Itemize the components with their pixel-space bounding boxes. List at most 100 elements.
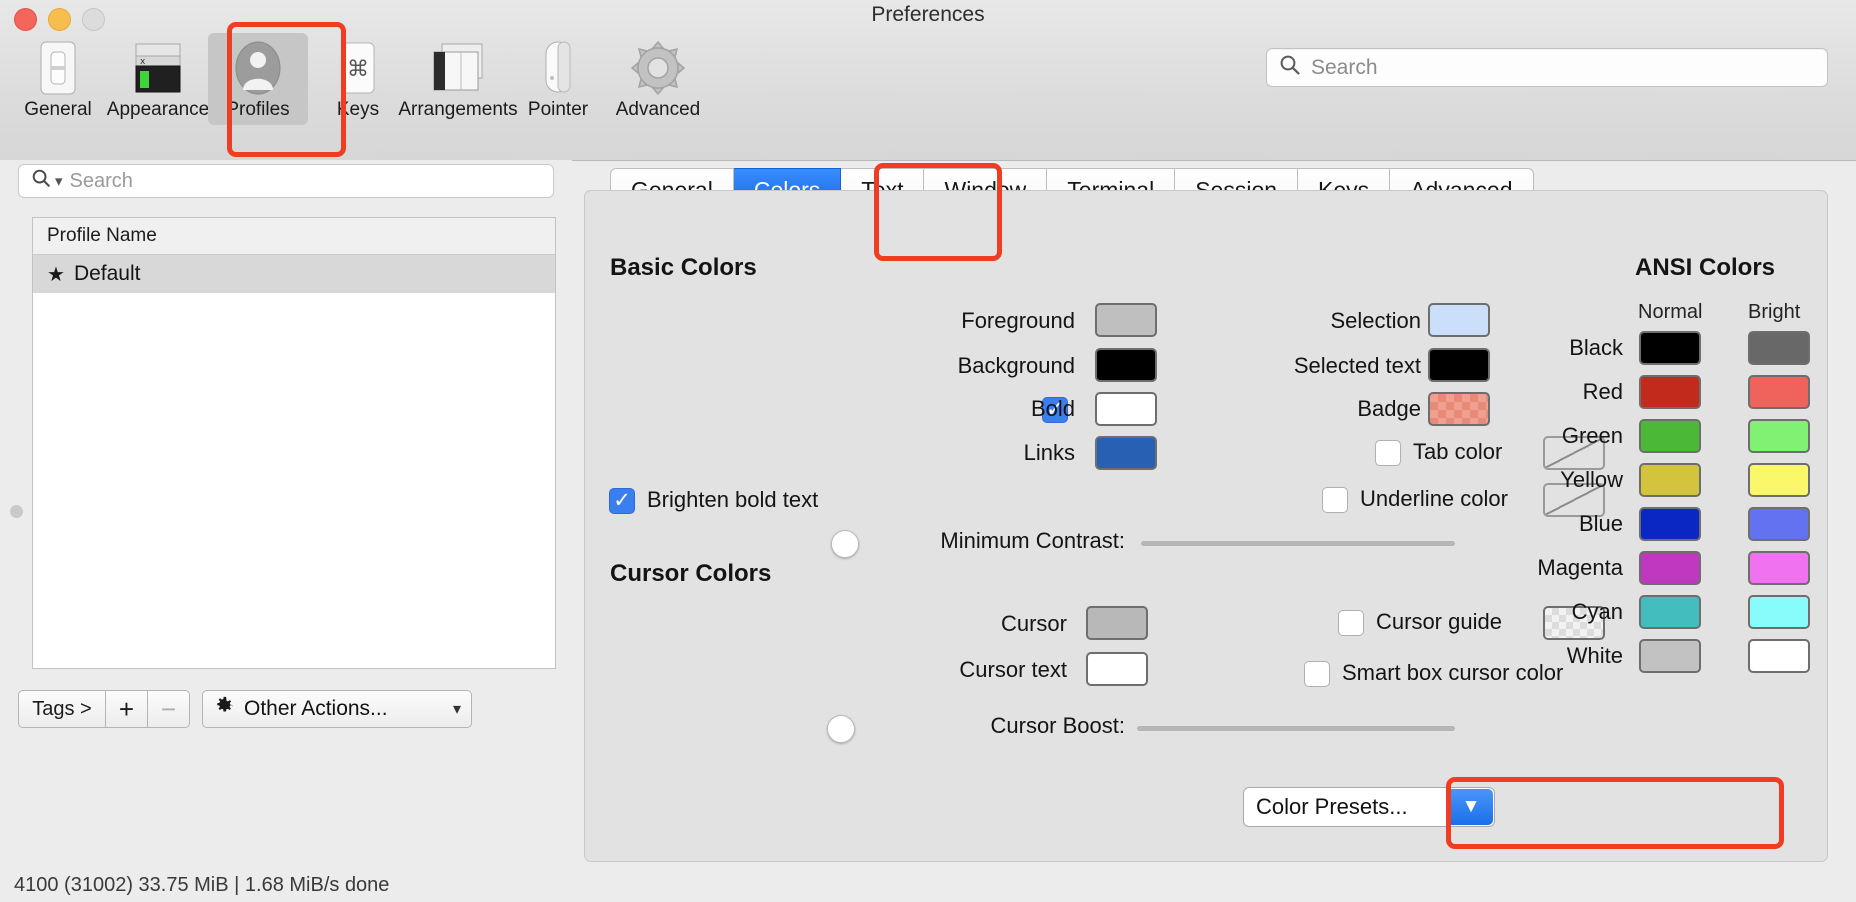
swatch-selected-text[interactable] <box>1428 348 1490 382</box>
chevron-down-icon[interactable]: ▾ <box>55 172 63 190</box>
toolbar-item-label: General <box>24 99 92 120</box>
remove-profile-button[interactable]: − <box>148 690 190 728</box>
ansi-swatch-green-bright[interactable] <box>1748 419 1810 453</box>
search-icon <box>31 168 52 194</box>
other-actions-dropdown[interactable]: Other Actions... ▾ <box>202 690 472 728</box>
table-row[interactable]: ★ Default <box>33 255 555 293</box>
label-brighten-bold-text: Brighten bold text <box>647 487 819 512</box>
ansi-swatch-magenta-bright[interactable] <box>1748 551 1810 585</box>
toolbar-item-profiles[interactable]: Profiles <box>208 33 308 125</box>
profile-search-placeholder: Search <box>69 169 133 192</box>
preferences-toolbar: General x Appearance Profiles ⌘ Keys Arr… <box>8 33 708 125</box>
toolbar-search-placeholder: Search <box>1311 55 1378 79</box>
appearance-icon: x <box>132 39 184 97</box>
toolbar-search-field[interactable]: Search <box>1266 48 1828 87</box>
star-icon: ★ <box>47 263 65 286</box>
ansi-swatch-white-normal[interactable] <box>1639 639 1701 673</box>
gear-icon <box>213 695 235 723</box>
advanced-icon <box>630 39 686 97</box>
ansi-swatch-magenta-normal[interactable] <box>1639 551 1701 585</box>
general-icon <box>37 39 79 97</box>
checkbox-underline-color[interactable] <box>1322 487 1348 513</box>
ansi-swatch-cyan-normal[interactable] <box>1639 595 1701 629</box>
ansi-swatch-white-bright[interactable] <box>1748 639 1810 673</box>
ansi-swatch-black-normal[interactable] <box>1639 331 1701 365</box>
toolbar-item-label: Arrangements <box>398 99 518 120</box>
profile-list-table: Profile Name ★ Default <box>32 217 556 669</box>
label-cursor-guide: Cursor guide <box>1376 609 1502 634</box>
checkbox-tab-color[interactable] <box>1375 440 1401 466</box>
cursor-boost-slider-knob[interactable] <box>827 715 855 743</box>
profile-search-field[interactable]: ▾ Search <box>18 164 554 198</box>
ansi-label-magenta: Magenta <box>1537 555 1623 580</box>
ansi-swatch-yellow-bright[interactable] <box>1748 463 1810 497</box>
ansi-swatch-green-normal[interactable] <box>1639 419 1701 453</box>
profiles-icon <box>232 39 284 97</box>
window-titlebar: Preferences General x Appearance Profile… <box>0 0 1856 161</box>
color-presets-dropdown[interactable]: Color Presets... ▼ <box>1243 787 1495 827</box>
add-profile-button[interactable]: + <box>106 690 148 728</box>
ansi-swatch-black-bright[interactable] <box>1748 331 1810 365</box>
ansi-swatch-red-normal[interactable] <box>1639 375 1701 409</box>
label-links: Links <box>1023 440 1075 465</box>
checkbox-smart-box-cursor-color[interactable] <box>1304 661 1330 687</box>
toolbar-item-label: Advanced <box>615 99 701 120</box>
basic-colors-heading: Basic Colors <box>610 254 757 281</box>
column-header-profile-name: Profile Name <box>47 225 157 246</box>
swatch-links[interactable] <box>1095 436 1157 470</box>
swatch-cursor-text[interactable] <box>1086 652 1148 686</box>
ansi-label-black: Black <box>1569 335 1623 360</box>
tags-button[interactable]: Tags > <box>18 690 106 728</box>
toolbar-item-arrangements[interactable]: Arrangements <box>398 33 518 125</box>
minimum-contrast-slider-track[interactable] <box>1141 541 1455 546</box>
ansi-label-yellow: Yellow <box>1560 467 1623 492</box>
window-title: Preferences <box>871 3 985 26</box>
ansi-column-header-bright: Bright <box>1748 301 1801 323</box>
cursor-colors-heading: Cursor Colors <box>610 560 772 587</box>
toolbar-item-pointer[interactable]: Pointer <box>508 33 608 125</box>
ansi-swatch-blue-normal[interactable] <box>1639 507 1701 541</box>
label-selection: Selection <box>1330 308 1421 333</box>
toolbar-item-general[interactable]: General <box>8 33 108 125</box>
profiles-sidebar: ▾ Search Profile Name ★ Default Tags > +… <box>0 160 572 902</box>
search-icon <box>1279 54 1301 81</box>
toolbar-item-advanced[interactable]: Advanced <box>608 33 708 125</box>
ansi-swatch-cyan-bright[interactable] <box>1748 595 1810 629</box>
toolbar-item-keys[interactable]: ⌘ Keys <box>308 33 408 125</box>
chevron-down-icon: ▾ <box>452 701 461 718</box>
svg-text:⌘: ⌘ <box>347 57 369 82</box>
toolbar-item-label: Appearance <box>106 99 210 120</box>
ansi-label-cyan: Cyan <box>1571 599 1623 624</box>
ansi-label-blue: Blue <box>1578 511 1623 536</box>
checkbox-brighten-bold-text[interactable] <box>609 488 635 514</box>
label-badge: Badge <box>1357 396 1421 421</box>
status-strip: 4100 (31002) 33.75 MiB | 1.68 MiB/s done <box>14 874 390 896</box>
profile-table-header[interactable]: Profile Name <box>33 218 555 255</box>
profile-name: Default <box>73 262 141 285</box>
toolbar-item-appearance[interactable]: x Appearance <box>106 33 210 125</box>
label-underline-color: Underline color <box>1360 486 1508 511</box>
ansi-column-header-normal: Normal <box>1638 301 1703 323</box>
colors-settings-pane: General Colors Text Window Terminal Sess… <box>572 160 1856 902</box>
ansi-swatch-red-bright[interactable] <box>1748 375 1810 409</box>
pointer-icon <box>535 39 581 97</box>
checkbox-cursor-guide[interactable] <box>1338 610 1364 636</box>
cursor-boost-slider-track[interactable] <box>1137 726 1455 731</box>
swatch-badge[interactable] <box>1428 392 1490 426</box>
ansi-swatch-yellow-normal[interactable] <box>1639 463 1701 497</box>
arrangements-icon <box>428 39 488 97</box>
sidebar-resize-handle[interactable] <box>10 505 23 518</box>
keys-icon: ⌘ <box>337 39 379 97</box>
minimum-contrast-slider-knob[interactable] <box>831 530 859 558</box>
ansi-swatch-blue-bright[interactable] <box>1748 507 1810 541</box>
swatch-cursor[interactable] <box>1086 606 1148 640</box>
colors-panel: Basic Colors Foreground Background Bold … <box>584 190 1828 862</box>
svg-text:x: x <box>140 57 146 67</box>
toolbar-item-label: Profiles <box>226 99 290 120</box>
profile-list-footer: Tags > + − Other Actions... ▾ <box>18 690 472 728</box>
label-tab-color: Tab color <box>1413 439 1503 464</box>
color-presets-label: Color Presets... <box>1256 794 1408 819</box>
chevron-down-icon[interactable]: ▼ <box>1449 789 1493 825</box>
swatch-selection[interactable] <box>1428 303 1490 337</box>
other-actions-label: Other Actions... <box>244 697 388 720</box>
